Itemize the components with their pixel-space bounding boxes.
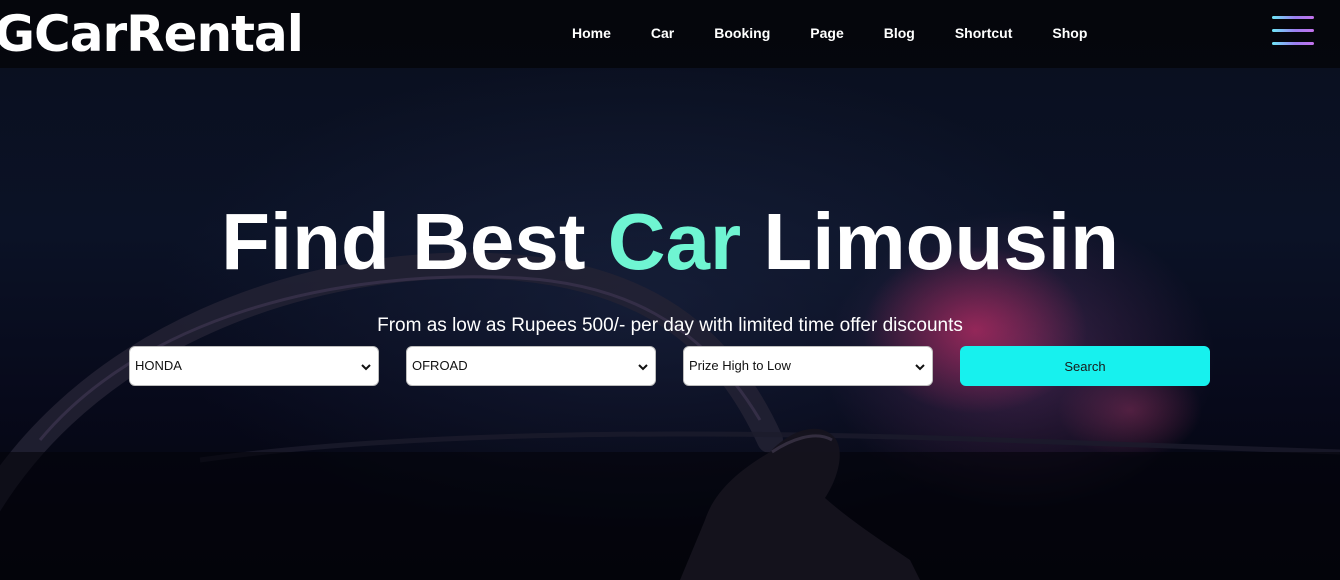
hero-title-part1: Find Best xyxy=(221,197,586,286)
menu-bar xyxy=(1272,16,1314,19)
top-navbar: GCarRental Home Car Booking Page Blog Sh… xyxy=(0,0,1340,68)
main-nav: Home Car Booking Page Blog Shortcut Shop xyxy=(552,22,1107,44)
sort-select-value: Prize High to Low xyxy=(689,358,791,373)
hero-background-image xyxy=(0,252,1340,580)
nav-item-booking[interactable]: Booking xyxy=(694,22,790,44)
hero-title-accent: Car xyxy=(607,197,742,286)
nav-item-shortcut[interactable]: Shortcut xyxy=(935,22,1033,44)
sort-select[interactable]: Prize High to Low xyxy=(683,346,933,386)
menu-bar xyxy=(1272,29,1314,32)
brand-select[interactable]: HONDA xyxy=(129,346,379,386)
brand-select-value: HONDA xyxy=(135,358,182,373)
hamburger-menu-icon[interactable] xyxy=(1272,16,1314,48)
nav-item-blog[interactable]: Blog xyxy=(864,22,935,44)
menu-bar xyxy=(1272,42,1314,45)
hero-title: Find Best Car Limousin xyxy=(0,196,1340,288)
nav-item-car[interactable]: Car xyxy=(631,22,694,44)
search-button[interactable]: Search xyxy=(960,346,1210,386)
nav-item-page[interactable]: Page xyxy=(790,22,863,44)
chevron-down-icon xyxy=(638,364,648,371)
hero-title-part2: Limousin xyxy=(763,197,1119,286)
nav-item-shop[interactable]: Shop xyxy=(1032,22,1107,44)
type-select[interactable]: OFROAD xyxy=(406,346,656,386)
brand-logo[interactable]: GCarRental xyxy=(0,4,304,64)
type-select-value: OFROAD xyxy=(412,358,468,373)
page: GCarRental Home Car Booking Page Blog Sh… xyxy=(0,0,1340,580)
hero-subtitle: From as low as Rupees 500/- per day with… xyxy=(377,315,963,336)
chevron-down-icon xyxy=(361,364,371,371)
search-filters: HONDA OFROAD Prize High to Low Search xyxy=(129,346,1211,386)
nav-item-home[interactable]: Home xyxy=(552,22,631,44)
chevron-down-icon xyxy=(915,364,925,371)
